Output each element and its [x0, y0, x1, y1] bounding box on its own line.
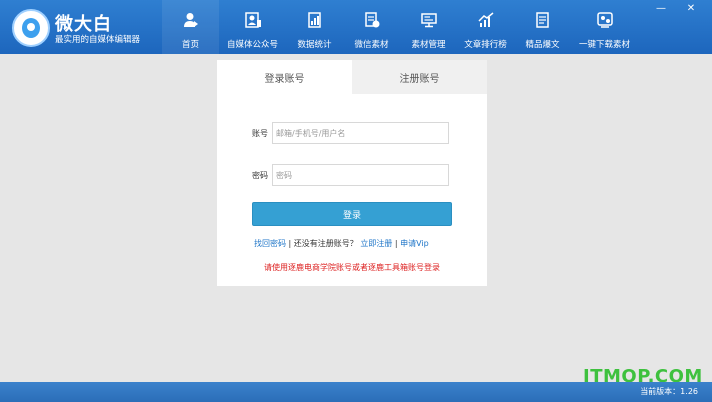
- apply-vip-link[interactable]: 申请Vip: [400, 239, 429, 248]
- nav-label: 素材管理: [411, 40, 446, 50]
- app-subtitle: 最实用的自媒体编辑器: [55, 35, 141, 45]
- nav-hot-article[interactable]: 精品爆文: [514, 0, 571, 54]
- account-row: 账号 邮箱/手机号/用户名: [252, 122, 449, 144]
- top-bar: 微大白 最实用的自媒体编辑器 首页 自媒体公众号 数据统计 微信素材 素材管理 …: [0, 0, 712, 54]
- nav-stats[interactable]: 数据统计: [286, 0, 343, 54]
- main-nav: 首页 自媒体公众号 数据统计 微信素材 素材管理 文章排行榜 精品爆文 一键下载…: [162, 0, 638, 54]
- main-area: 登录账号 注册账号 账号 邮箱/手机号/用户名 密码 密码 登录 找回密码 | …: [0, 54, 712, 387]
- wechat-material-icon: [364, 12, 380, 28]
- nav-label: 微信素材: [354, 40, 389, 50]
- material-manage-icon: [420, 12, 437, 28]
- account-label: 账号: [252, 128, 268, 138]
- person-home-icon: [183, 12, 199, 28]
- nav-label: 文章排行榜: [464, 40, 507, 50]
- tab-register[interactable]: 注册账号: [352, 60, 487, 94]
- chart-rank-icon: [477, 12, 494, 28]
- minimize-button[interactable]: —: [653, 2, 669, 16]
- separator: |: [286, 239, 294, 248]
- forgot-password-link[interactable]: 找回密码: [254, 239, 286, 248]
- nav-material-manage[interactable]: 素材管理: [400, 0, 457, 54]
- nav-home[interactable]: 首页: [162, 0, 219, 54]
- password-input[interactable]: 密码: [272, 164, 449, 186]
- nav-media-account[interactable]: 自媒体公众号: [219, 0, 286, 54]
- media-account-icon: [244, 12, 261, 28]
- nav-article-rank[interactable]: 文章排行榜: [457, 0, 514, 54]
- login-card: 登录账号 注册账号 账号 邮箱/手机号/用户名 密码 密码 登录 找回密码 | …: [217, 60, 487, 286]
- close-button[interactable]: ✕: [683, 2, 699, 16]
- no-account-text: 还没有注册账号？: [293, 239, 358, 248]
- version-text: 当前版本：1.26: [640, 387, 698, 396]
- login-tabs: 登录账号 注册账号: [217, 60, 487, 94]
- download-material-icon: [596, 12, 613, 28]
- status-bar: 当前版本：1.26: [0, 382, 712, 402]
- nav-label: 精品爆文: [525, 40, 560, 50]
- nav-wechat-material[interactable]: 微信素材: [343, 0, 400, 54]
- login-notice: 请使用逐鹿电商学院账号或者逐鹿工具箱账号登录: [264, 263, 440, 272]
- tab-login[interactable]: 登录账号: [217, 60, 352, 94]
- hot-article-icon: [535, 12, 551, 28]
- account-input[interactable]: 邮箱/手机号/用户名: [272, 122, 449, 144]
- app-logo-icon: [12, 9, 50, 47]
- password-row: 密码 密码: [252, 164, 449, 186]
- register-now-link[interactable]: 立即注册: [360, 239, 392, 248]
- stats-icon: [307, 12, 323, 28]
- nav-label: 数据统计: [297, 40, 332, 50]
- password-label: 密码: [252, 170, 268, 180]
- separator: |: [392, 239, 401, 248]
- nav-label: 自媒体公众号: [226, 40, 278, 50]
- login-button[interactable]: 登录: [252, 202, 452, 226]
- account-links: 找回密码 | 还没有注册账号？ 立即注册 | 申请Vip: [254, 238, 429, 249]
- nav-label: 一键下载素材: [578, 40, 630, 50]
- nav-download-material[interactable]: 一键下载素材: [571, 0, 638, 54]
- nav-label: 首页: [181, 40, 199, 50]
